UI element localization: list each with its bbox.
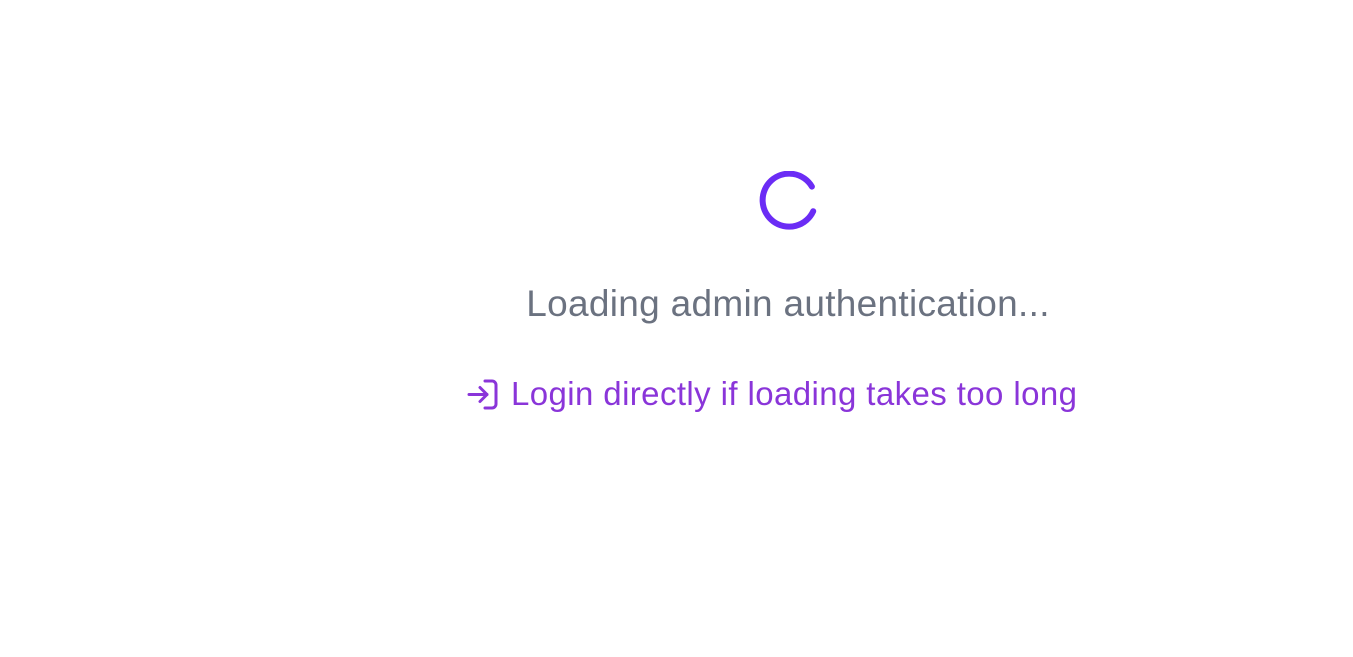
login-icon (466, 378, 499, 411)
login-directly-link[interactable]: Login directly if loading takes too long (466, 373, 1077, 415)
loading-message: Loading admin authentication... (526, 283, 1050, 324)
loading-spinner-icon (757, 171, 818, 232)
loading-screen: Loading admin authentication... Login di… (0, 0, 1353, 657)
login-directly-label: Login directly if loading takes too long (511, 375, 1078, 412)
